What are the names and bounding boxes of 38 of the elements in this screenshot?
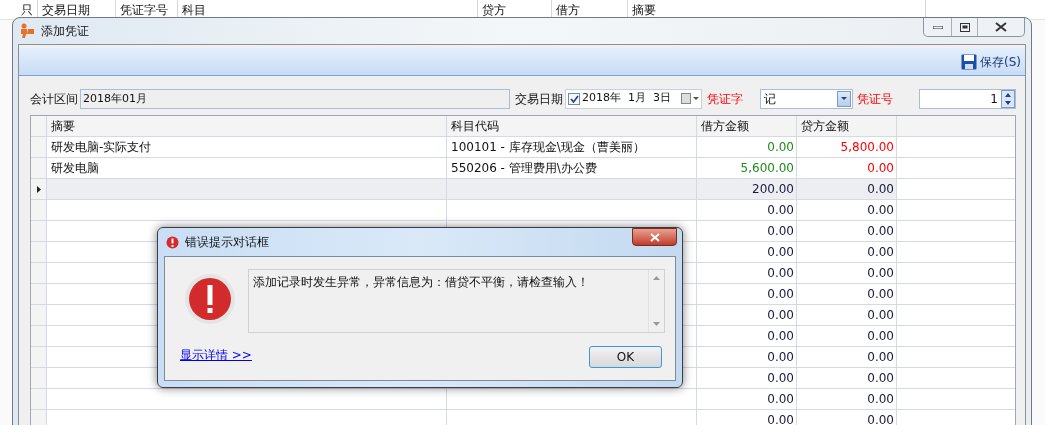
close-icon (649, 232, 660, 242)
column-header[interactable]: 摘要 (47, 116, 447, 136)
save-button[interactable]: 保存(S) (961, 52, 1021, 71)
details-link[interactable]: 显示详情 >> (180, 346, 252, 364)
voucher-number-label: 凭证号 (857, 90, 893, 108)
period-field[interactable]: 2018年01月 (80, 88, 510, 109)
voucher-type-label: 凭证字 (707, 90, 743, 108)
close-button[interactable] (632, 228, 677, 246)
window-title: 添加凭证 (41, 23, 89, 40)
close-icon (995, 22, 1007, 32)
calendar-dropdown-icon[interactable] (681, 93, 699, 104)
error-icon (184, 273, 236, 325)
column-header[interactable]: 贷方金额 (797, 116, 897, 136)
row-pointer-icon (36, 185, 41, 193)
ok-button[interactable]: OK (589, 346, 662, 368)
app-icon (19, 23, 35, 39)
voucher-type-combo[interactable]: 记 (760, 88, 853, 109)
date-picker[interactable]: 2018年 1月 3日 (565, 88, 702, 109)
minimize-icon (932, 25, 943, 29)
row-header[interactable] (31, 179, 47, 199)
voucher-number-spinner[interactable]: 1 (919, 88, 1016, 109)
dialog-title: 错误提示对话框 (185, 234, 269, 251)
maximize-icon (959, 22, 970, 32)
date-checkbox[interactable] (568, 92, 580, 105)
column-header[interactable]: 科目代码 (447, 116, 697, 136)
caret-icon (841, 97, 847, 100)
scroll-up-icon[interactable] (653, 276, 660, 280)
error-icon (166, 235, 179, 249)
spinner-arrows-icon[interactable] (1001, 89, 1015, 108)
date-label: 交易日期 (515, 90, 563, 108)
period-label: 会计区间 (30, 90, 78, 108)
message-box[interactable]: 添加记录时发生异常，异常信息为：借贷不平衡，请检查输入！ (248, 269, 665, 333)
column-header[interactable]: 借方金额 (697, 116, 797, 136)
table-cell: 200.00 (697, 179, 797, 199)
date-value: 2018年 1月 3日 (582, 90, 671, 107)
table-cell: 0.00 (797, 179, 897, 199)
error-message: 添加记录时发生异常，异常信息为：借贷不平衡，请检查输入！ (252, 274, 590, 291)
check-icon (569, 94, 579, 103)
